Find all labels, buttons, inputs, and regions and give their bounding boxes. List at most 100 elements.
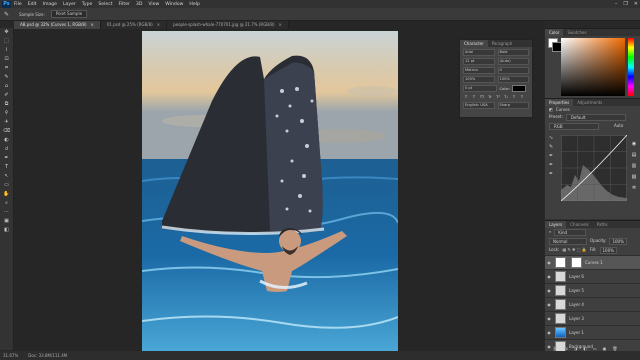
layer-row[interactable]: ◉ Layer 5 bbox=[545, 283, 640, 297]
tool-icon[interactable]: ⚲ bbox=[2, 109, 11, 117]
tool-icon[interactable]: ▣ bbox=[2, 217, 11, 225]
auto-button[interactable]: Auto bbox=[614, 123, 623, 130]
layer-row[interactable]: ◉ Layer 6 bbox=[545, 269, 640, 283]
eye-icon[interactable]: ◉ bbox=[545, 260, 553, 265]
tool-icon[interactable]: ⌫ bbox=[2, 127, 11, 135]
menu-image[interactable]: Image bbox=[43, 2, 57, 7]
eye-icon[interactable]: ◉ bbox=[545, 302, 553, 307]
font-family-field[interactable]: Arial bbox=[463, 49, 495, 56]
tool-icon[interactable]: ☌ bbox=[2, 145, 11, 153]
tool-icon[interactable]: ⌂ bbox=[2, 82, 11, 90]
anti-alias-dropdown[interactable]: Sharp bbox=[497, 102, 529, 109]
tool-icon[interactable]: ⌕ bbox=[2, 199, 11, 207]
tracking-field[interactable]: 0 bbox=[497, 67, 529, 74]
channel-dropdown[interactable]: RGB bbox=[549, 123, 599, 130]
tool-icon[interactable]: T bbox=[2, 163, 11, 171]
eyedropper-white-icon[interactable]: ✒ bbox=[549, 171, 557, 180]
panel-tab[interactable]: Paths bbox=[593, 221, 612, 228]
document-tab[interactable]: AB.psd @ 32% (Curves 1, RGB/8) × bbox=[14, 21, 101, 29]
menu-help[interactable]: Help bbox=[189, 2, 199, 7]
tool-icon[interactable]: ↖ bbox=[2, 172, 11, 180]
tool-icon[interactable]: ⌗ bbox=[2, 64, 11, 72]
hue-slider[interactable] bbox=[628, 38, 634, 96]
tool-icon[interactable]: ⊡ bbox=[2, 55, 11, 63]
type-style-button[interactable]: T bbox=[511, 95, 517, 100]
tool-icon[interactable]: ▭ bbox=[2, 181, 11, 189]
eye-icon[interactable]: ◉ bbox=[545, 288, 553, 293]
menu-view[interactable]: View bbox=[148, 2, 159, 7]
vertical-scale-field[interactable]: 100% bbox=[463, 76, 495, 83]
image-icon[interactable]: ▧ bbox=[630, 173, 638, 181]
panel-tab[interactable]: Channels bbox=[566, 221, 593, 228]
tool-icon[interactable]: ⋯ bbox=[2, 208, 11, 216]
panel-tab[interactable]: Character bbox=[460, 40, 488, 47]
panel-tab[interactable]: Adjustments bbox=[573, 99, 606, 106]
panel-tab[interactable]: Properties bbox=[545, 99, 574, 106]
horizontal-scale-field[interactable]: 100% bbox=[497, 76, 529, 83]
leading-field[interactable]: (Auto) bbox=[497, 58, 529, 65]
eye-icon[interactable]: ◉ bbox=[545, 330, 553, 335]
lock-icons[interactable]: ▦ ✎ ✥ ⬚ 🔒 bbox=[562, 247, 586, 254]
tool-icon[interactable]: ⧉ bbox=[2, 100, 11, 108]
menu-layer[interactable]: Layer bbox=[63, 2, 76, 7]
eye-icon[interactable]: ◉ bbox=[545, 316, 553, 321]
fill-field[interactable]: 100% bbox=[599, 247, 617, 254]
document-tab[interactable]: 01.psd @ 25% (RGB/8) × bbox=[100, 21, 168, 29]
pencil-icon[interactable]: ✎ bbox=[549, 144, 557, 153]
document-canvas[interactable] bbox=[142, 31, 398, 352]
type-style-button[interactable]: TT bbox=[479, 95, 485, 100]
tool-icon[interactable]: ◧ bbox=[2, 226, 11, 234]
eye-icon[interactable]: ◉ bbox=[545, 344, 553, 349]
close-icon[interactable]: × bbox=[91, 22, 94, 27]
tool-icon[interactable]: ⬚ bbox=[2, 37, 11, 45]
menu-window[interactable]: Window bbox=[165, 2, 183, 7]
menu-select[interactable]: Select bbox=[98, 2, 112, 7]
swatch-icon[interactable]: ▥ bbox=[630, 162, 638, 170]
layer-kind-filter[interactable]: Kind bbox=[554, 229, 587, 236]
font-size-field[interactable]: 12 pt bbox=[463, 58, 495, 65]
sample-size-dropdown[interactable]: Point Sample bbox=[50, 10, 88, 18]
language-dropdown[interactable]: English: USA bbox=[463, 102, 495, 109]
history-icon[interactable]: ▤ bbox=[630, 151, 638, 159]
close-icon[interactable]: × bbox=[279, 22, 282, 27]
adjust-icon[interactable]: ✲ bbox=[630, 184, 638, 192]
tool-icon[interactable]: ⌇ bbox=[2, 46, 11, 54]
panel-tab[interactable]: Swatches bbox=[563, 29, 590, 36]
blend-mode-dropdown[interactable]: Normal bbox=[549, 238, 587, 245]
menu-type[interactable]: Type bbox=[82, 2, 93, 7]
text-color-swatch[interactable] bbox=[512, 85, 527, 92]
type-style-button[interactable]: Tr bbox=[487, 95, 493, 100]
zoom-level[interactable]: 31.67% bbox=[3, 353, 18, 358]
panel-tab[interactable]: Layers bbox=[545, 221, 567, 228]
preset-dropdown[interactable]: Default bbox=[565, 114, 626, 121]
tool-icon[interactable]: ✒ bbox=[2, 154, 11, 162]
close-icon[interactable]: × bbox=[157, 22, 160, 27]
menu-edit[interactable]: Edit bbox=[28, 2, 37, 7]
opacity-field[interactable]: 100% bbox=[609, 238, 627, 245]
layer-row[interactable]: ◉ Curves 1 bbox=[545, 255, 640, 269]
type-style-button[interactable]: T bbox=[519, 95, 525, 100]
curves-graph[interactable] bbox=[561, 135, 627, 201]
color-field-picker[interactable] bbox=[561, 38, 625, 96]
layer-row[interactable]: ◉ Layer 1 bbox=[545, 325, 640, 339]
document-tab[interactable]: people-splash-whale-770701.jpg @ 21.7% (… bbox=[167, 21, 289, 29]
type-style-button[interactable]: T¹ bbox=[495, 95, 501, 100]
panel-tab[interactable]: Color bbox=[545, 29, 564, 36]
layer-row[interactable]: ◉ Layer 3 bbox=[545, 311, 640, 325]
baseline-shift-field[interactable]: 0 pt bbox=[463, 85, 497, 92]
tool-icon[interactable]: ◐ bbox=[2, 136, 11, 144]
panel-tab[interactable]: Paragraph bbox=[488, 40, 517, 47]
kerning-field[interactable]: Metrics bbox=[463, 67, 495, 74]
eye-icon[interactable]: ◉ bbox=[545, 274, 553, 279]
menu-file[interactable]: File bbox=[14, 2, 22, 7]
close-icon[interactable]: ✕ bbox=[634, 1, 638, 7]
type-style-button[interactable]: T₁ bbox=[503, 95, 509, 100]
font-style-field[interactable]: Bold bbox=[497, 49, 529, 56]
tool-icon[interactable]: ✎ bbox=[2, 73, 11, 81]
menu-filter[interactable]: Filter bbox=[119, 2, 130, 7]
type-style-button[interactable]: T bbox=[471, 95, 477, 100]
eyedropper-gray-icon[interactable]: ✒ bbox=[549, 162, 557, 171]
curve-point-icon[interactable]: ∿ bbox=[549, 135, 557, 144]
tool-icon[interactable]: ✥ bbox=[2, 28, 11, 36]
type-style-button[interactable]: T bbox=[463, 95, 469, 100]
